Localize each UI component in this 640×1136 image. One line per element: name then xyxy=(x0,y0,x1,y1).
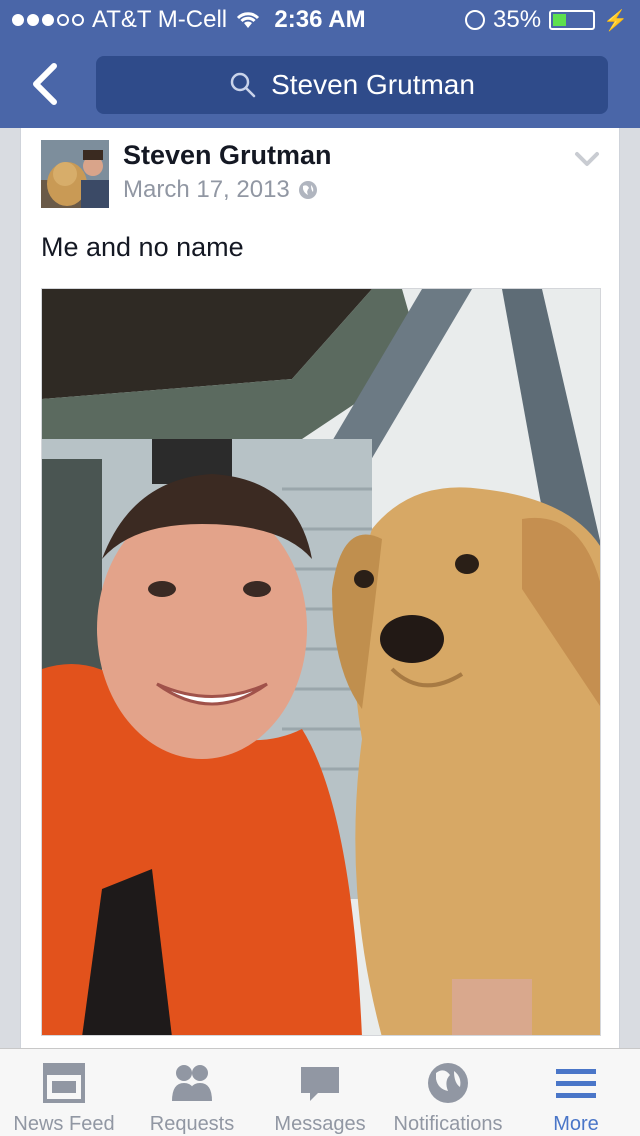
search-query: Steven Grutman xyxy=(271,69,475,100)
tab-messages[interactable]: Messages xyxy=(256,1049,384,1136)
post-photo[interactable] xyxy=(41,288,601,1036)
charging-icon: ⚡ xyxy=(603,9,628,32)
nav-bar: Steven Grutman xyxy=(0,40,640,128)
post-card: Steven Grutman March 17, 2013 Me and no … xyxy=(20,128,620,1058)
news-feed-icon xyxy=(43,1063,85,1103)
globe-icon xyxy=(298,181,317,199)
battery-icon xyxy=(549,10,596,30)
search-icon xyxy=(230,72,256,98)
menu-icon xyxy=(556,1069,596,1098)
tab-label: Messages xyxy=(274,1113,366,1135)
top-bar: AT&T M-Cell 2:36 AM 35% ⚡ Steven Grutman xyxy=(0,0,640,128)
chevron-left-icon[interactable] xyxy=(26,60,66,108)
globe-icon xyxy=(428,1063,468,1103)
friends-icon xyxy=(172,1065,212,1101)
avatar[interactable] xyxy=(41,140,109,208)
post-author[interactable]: Steven Grutman xyxy=(123,140,332,171)
status-bar: AT&T M-Cell 2:36 AM 35% ⚡ xyxy=(0,0,640,40)
tab-news-feed[interactable]: News Feed xyxy=(0,1049,128,1136)
chevron-down-icon[interactable] xyxy=(573,150,601,170)
tab-label: More xyxy=(553,1113,599,1135)
battery-percent: 35% xyxy=(493,6,542,33)
alarm-icon xyxy=(465,10,486,30)
post-date-text: March 17, 2013 xyxy=(123,176,290,203)
tab-label: News Feed xyxy=(13,1113,115,1135)
tab-more[interactable]: More xyxy=(512,1049,640,1136)
tab-bar: News Feed Requests Messages Notification… xyxy=(0,1048,640,1136)
search-bar[interactable]: Steven Grutman xyxy=(96,56,608,114)
chat-bubble-icon xyxy=(301,1067,339,1101)
battery-fill xyxy=(553,14,567,26)
post-date: March 17, 2013 xyxy=(123,176,318,204)
tab-label: Requests xyxy=(149,1113,235,1135)
post-message: Me and no name xyxy=(41,232,244,262)
status-right: 35% ⚡ xyxy=(465,6,628,34)
tab-notifications[interactable]: Notifications xyxy=(384,1049,512,1136)
tab-requests[interactable]: Requests xyxy=(128,1049,256,1136)
tab-label: Notifications xyxy=(393,1113,503,1135)
